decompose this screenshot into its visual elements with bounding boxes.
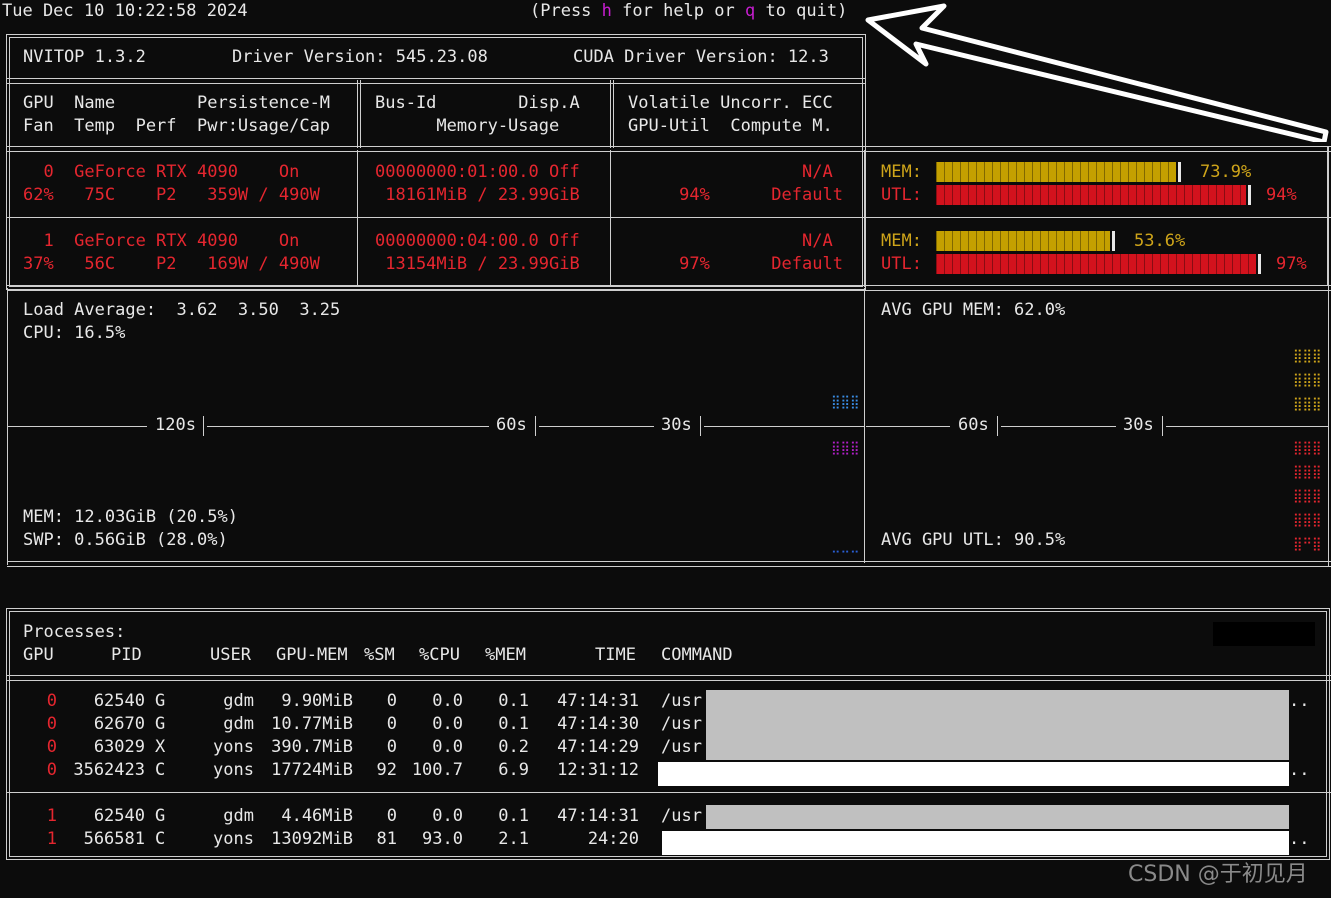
col-header-1a: GPU Name Persistence-M (23, 93, 331, 113)
row-ellipsis: .. (1289, 829, 1310, 849)
cpu-history-icon: ⣿⣿⣿ (831, 395, 860, 410)
annotation-arrow-icon (865, 3, 1329, 142)
gpu0-utl-pct: 94% (1266, 185, 1297, 205)
col-header-3a: Volatile Uncorr. ECC (628, 93, 833, 113)
swap-history-icon: ⣀⣀⣀ (831, 539, 860, 554)
bar-end-marker (1178, 162, 1181, 182)
help-hint: (Press h for help or q to quit) (530, 1, 848, 21)
load-average: Load Average: 3.62 3.50 3.25 (23, 300, 341, 320)
bar-end-marker (1112, 231, 1115, 251)
process-cell-time: 24:20 (587, 829, 639, 849)
app-version: NVITOP 1.3.2 (23, 47, 146, 67)
redacted-command (658, 762, 1289, 786)
gpu0-utl-label: UTL: (881, 185, 922, 205)
gpu0-util: 94% Default (628, 185, 843, 205)
driver-version: Driver Version: 545.23.08 (232, 47, 488, 67)
host-mem: MEM: 12.03GiB (20.5%) (23, 507, 238, 527)
bar-end-marker (1258, 254, 1261, 274)
avg-gpu-utl: AVG GPU UTL: 90.5% (881, 530, 1066, 550)
gpu0-name: 0 GeForce RTX 4090 On (23, 162, 300, 182)
redacted-command (706, 805, 1289, 829)
process-cell-time: 47:14:29 (557, 737, 639, 757)
gpu1-mem-pct: 53.6% (1134, 231, 1186, 251)
col-header-3b: GPU-Util Compute M. (628, 116, 833, 136)
gpu-utl-history-icon: ⣿⣿⣿ ⣿⣿⣿ ⣿⣿⣿ ⣿⣿⣿ ⣿⠛⣿ (1293, 441, 1322, 552)
gpu-axis-60s: 60s (958, 415, 989, 435)
process-cell-time: 47:14:31 (557, 691, 639, 711)
process-cell-time: 12:31:12 (557, 760, 639, 780)
proc-head-gpumem: GPU-MEM (276, 645, 348, 665)
axis-120s: 120s (155, 415, 196, 435)
gpu0-ecc: N/A (628, 162, 833, 182)
col-header-2a: Bus-Id Disp.A (375, 93, 580, 113)
axis-60s: 60s (496, 415, 527, 435)
datetime: Tue Dec 10 10:22:58 2024 (2, 1, 248, 21)
proc-head-command: COMMAND (661, 645, 733, 665)
proc-head-time: TIME (595, 645, 636, 665)
gpu0-mem-pct: 73.9% (1200, 162, 1252, 182)
proc-head-user: USER (210, 645, 251, 665)
proc-head-gpu: GPU (23, 645, 54, 665)
bar-end-marker (1248, 185, 1251, 205)
proc-head-sm: %SM (364, 645, 395, 665)
axis-30s: 30s (661, 415, 692, 435)
watermark: CSDN @于初见月 (1128, 862, 1308, 887)
gpu-mem-history-icon: ⣿⣿⣿ ⣿⣿⣿ ⣿⣿⣿ (1293, 349, 1322, 412)
cpu-usage: CPU: 16.5% (23, 323, 126, 343)
host-swap: SWP: 0.56GiB (28.0%) (23, 530, 228, 550)
gpu0-memory: 18161MiB / 23.99GiB (375, 185, 580, 205)
gpu1-mem-label: MEM: (881, 231, 922, 251)
gpu-axis-30s: 30s (1123, 415, 1154, 435)
process-cell-time: 47:14:31 (557, 806, 639, 826)
process-cell-time: 47:14:30 (557, 714, 639, 734)
process-cell-cmd: /usr (661, 714, 702, 734)
row-ellipsis: .. (1289, 691, 1310, 711)
mem-history-icon: ⣿⣿⣿ (831, 441, 860, 456)
gpu1-stats: 37% 56C P2 169W / 490W (23, 254, 320, 274)
gpu0-busid: 00000000:01:00.0 Off (375, 162, 580, 182)
gpu0-mem-label: MEM: (881, 162, 922, 182)
process-cell-cmd: /usr (661, 691, 702, 711)
gpu1-utl-label: UTL: (881, 254, 922, 274)
redacted-block (1213, 622, 1315, 646)
process-cell-cmd: /usr (661, 737, 702, 757)
gpu0-mem-bar (936, 162, 1176, 182)
col-header-1b: Fan Temp Perf Pwr:Usage/Cap (23, 116, 331, 136)
gpu0-utl-bar (936, 185, 1246, 205)
redacted-command (706, 690, 1289, 760)
proc-head-mem: %MEM (485, 645, 526, 665)
row-ellipsis: .. (1289, 760, 1310, 780)
gpu1-utl-bar (936, 254, 1256, 274)
proc-head-pid: PID (111, 645, 142, 665)
proc-head-cpu: %CPU (419, 645, 460, 665)
process-cell-cmd: /usr (661, 806, 702, 826)
gpu1-mem-bar (936, 231, 1110, 251)
avg-gpu-mem: AVG GPU MEM: 62.0% (881, 300, 1066, 320)
gpu1-memory: 13154MiB / 23.99GiB (375, 254, 580, 274)
gpu1-busid: 00000000:04:00.0 Off (375, 231, 580, 251)
gpu1-util: 97% Default (628, 254, 843, 274)
gpu1-utl-pct: 97% (1276, 254, 1307, 274)
processes-title: Processes: (23, 622, 126, 642)
gpu0-stats: 62% 75C P2 359W / 490W (23, 185, 320, 205)
gpu1-ecc: N/A (628, 231, 833, 251)
cuda-version: CUDA Driver Version: 12.3 (573, 47, 829, 67)
redacted-command (662, 831, 1289, 855)
col-header-2b: Memory-Usage (375, 116, 560, 136)
gpu1-name: 1 GeForce RTX 4090 On (23, 231, 300, 251)
